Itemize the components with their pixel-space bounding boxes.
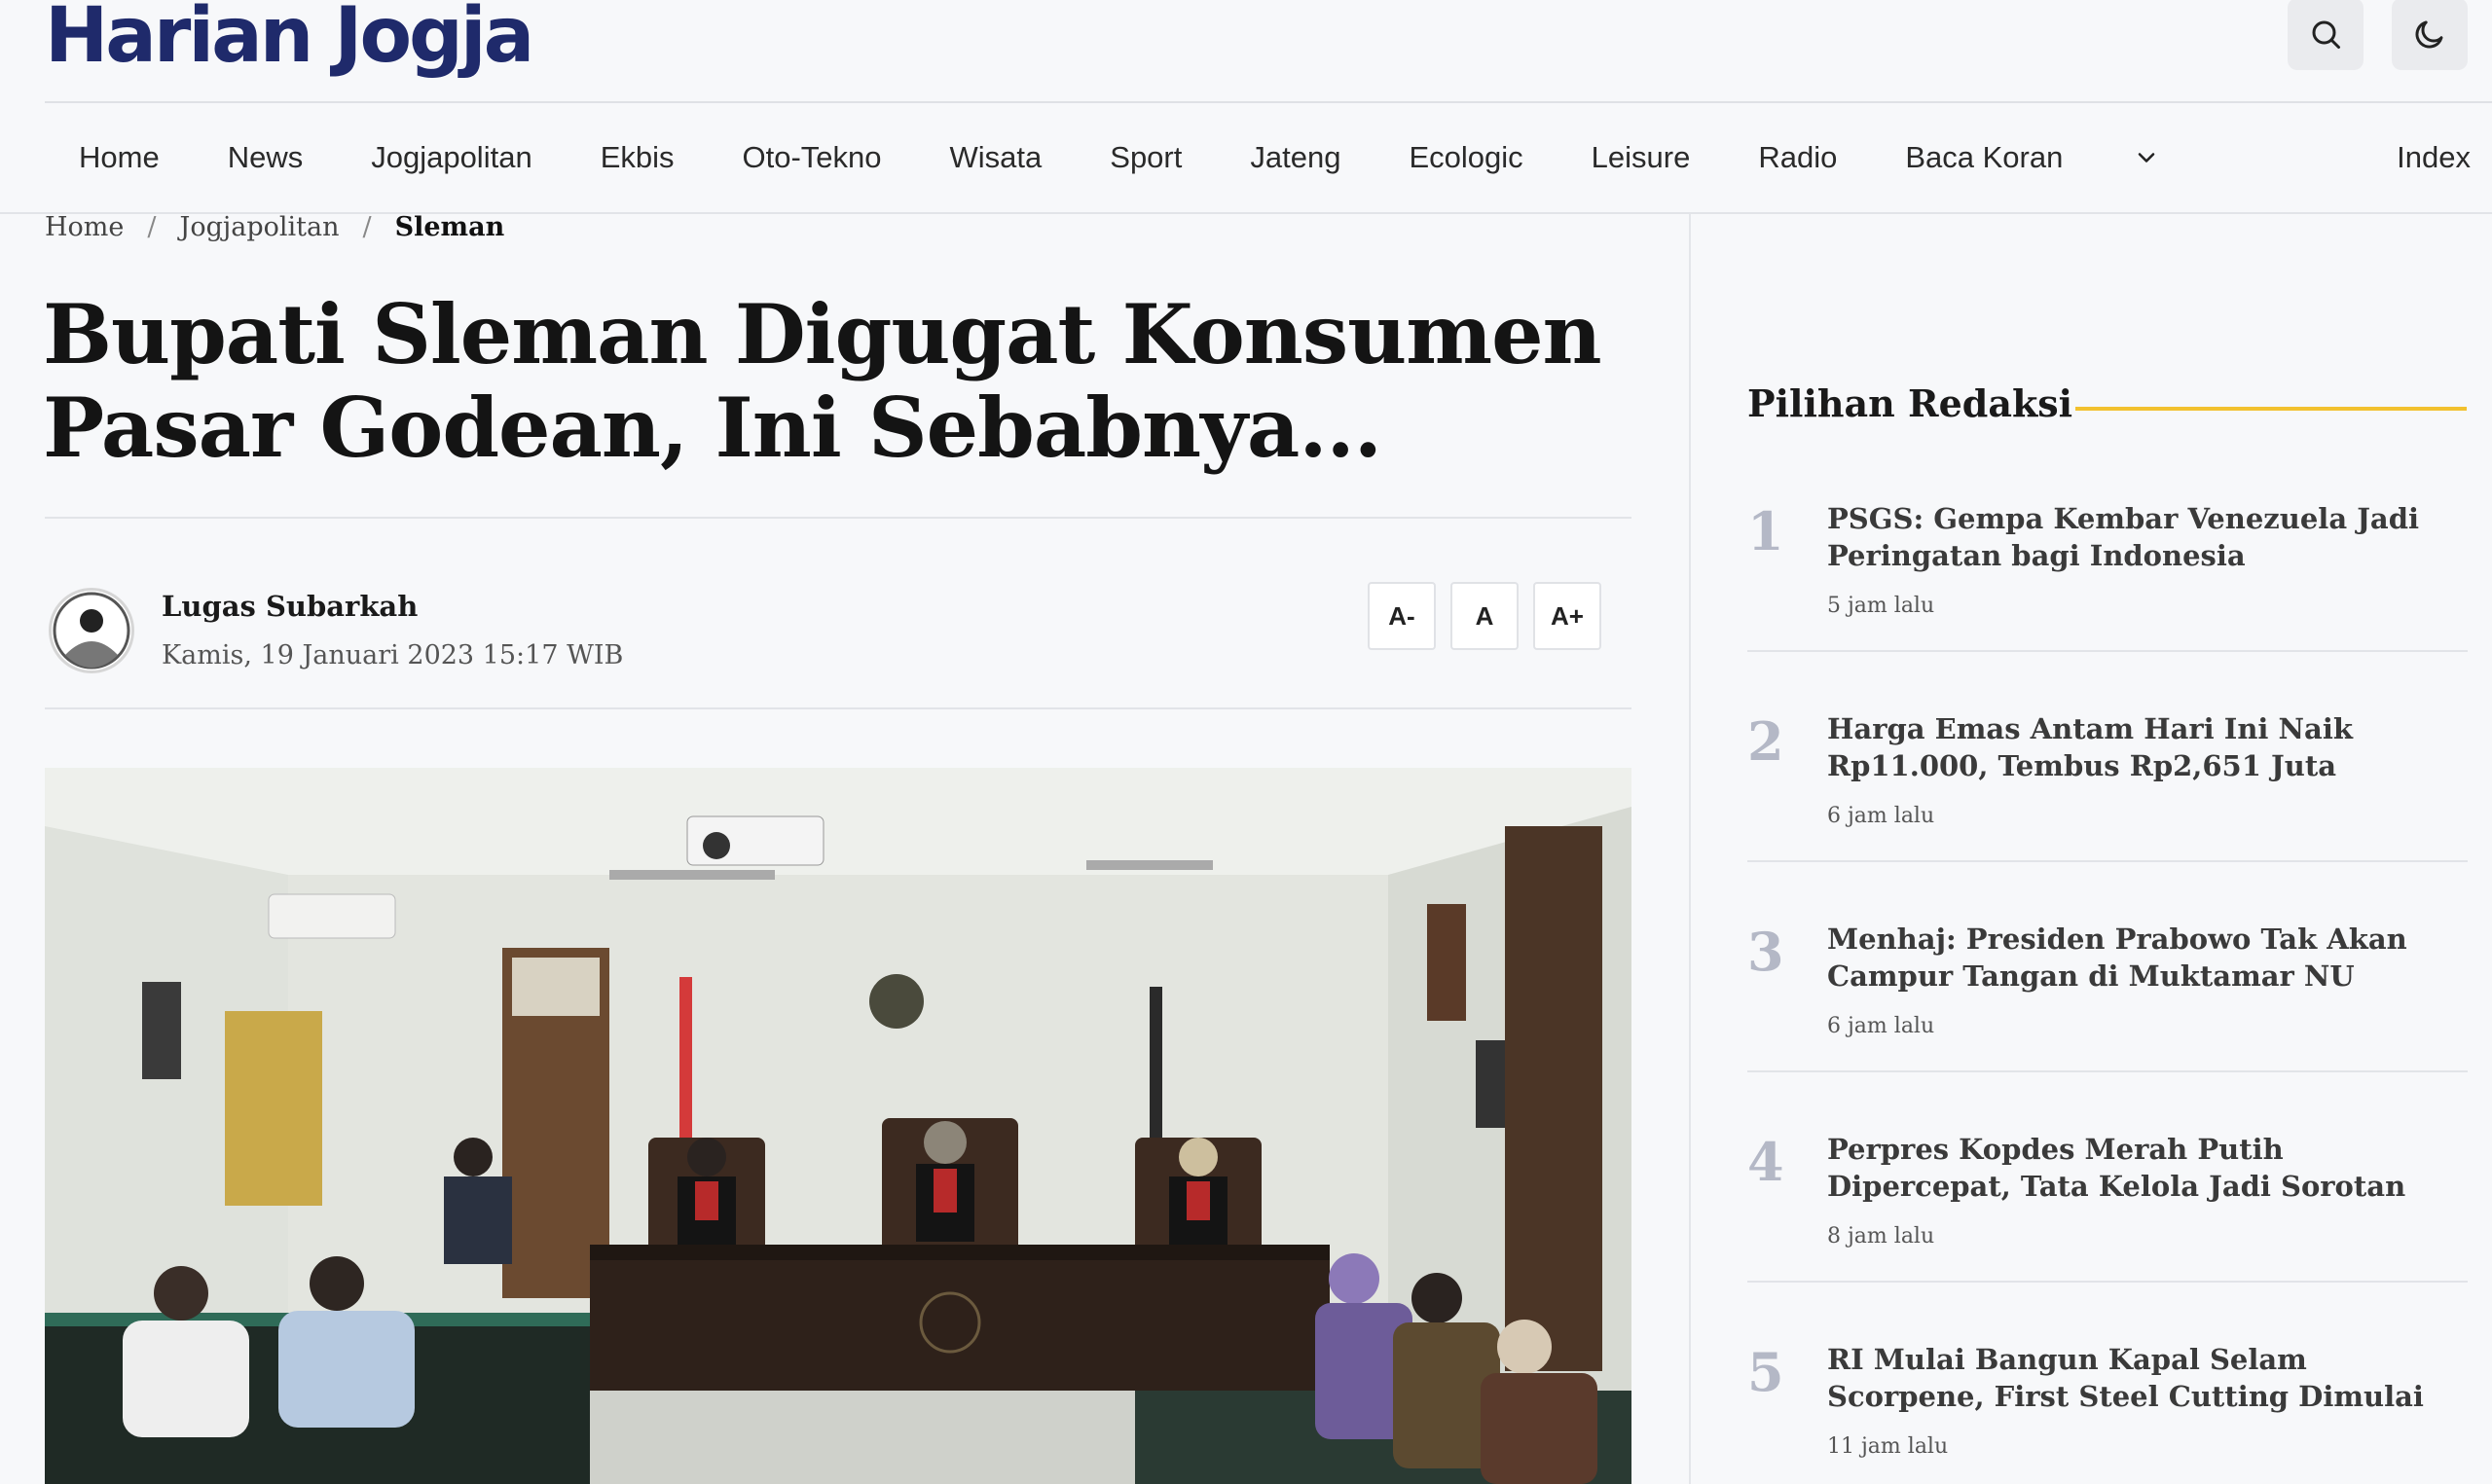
dark-mode-toggle[interactable] <box>2392 0 2468 70</box>
nav-item-jateng[interactable]: Jateng <box>1216 140 1374 175</box>
breadcrumb-current[interactable]: Sleman <box>395 212 505 242</box>
item-number: 2 <box>1747 710 1784 773</box>
item-number: 3 <box>1747 921 1784 983</box>
item-number: 4 <box>1747 1131 1784 1193</box>
item-headline[interactable]: RI Mulai Bangun Kapal Selam Scorpene, Fi… <box>1827 1341 2470 1415</box>
publish-date: Kamis, 19 Januari 2023 15:17 WIB <box>162 640 624 670</box>
nav-item-jogjapolitan[interactable]: Jogjapolitan <box>337 140 566 175</box>
nav-item-ecologic[interactable]: Ecologic <box>1374 140 1557 175</box>
sidebar-list-item[interactable]: 2 Harga Emas Antam Hari Ini Naik Rp11.00… <box>1747 710 2468 920</box>
item-time: 5 jam lalu <box>1827 594 1935 618</box>
item-headline[interactable]: PSGS: Gempa Kembar Venezuela Jadi Pering… <box>1827 500 2470 574</box>
breadcrumb-separator: / <box>147 212 157 242</box>
nav-item-oto-tekno[interactable]: Oto-Tekno <box>709 140 916 175</box>
font-decrease-button[interactable]: A- <box>1368 582 1436 650</box>
sidebar-title-underline <box>2075 407 2467 411</box>
nav-item-news[interactable]: News <box>194 140 338 175</box>
item-headline[interactable]: Menhaj: Presiden Prabowo Tak Akan Campur… <box>1827 921 2470 995</box>
sidebar-list-item[interactable]: 4 Perpres Kopdes Merah Putih Dipercepat,… <box>1747 1131 2468 1340</box>
chevron-down-icon <box>2139 153 2155 163</box>
divider <box>1747 650 2468 652</box>
sidebar-list-item[interactable]: 5 RI Mulai Bangun Kapal Selam Scorpene, … <box>1747 1341 2468 1484</box>
logo-text: Harian Jogja <box>45 0 534 80</box>
user-icon <box>53 592 130 670</box>
divider <box>45 707 1631 709</box>
item-headline[interactable]: Perpres Kopdes Merah Putih Dipercepat, T… <box>1827 1131 2470 1205</box>
nav-more-button[interactable] <box>2130 141 2163 174</box>
nav-item-ekbis[interactable]: Ekbis <box>567 140 709 175</box>
sidebar-divider <box>1689 214 1691 1484</box>
nav-item-baca-koran[interactable]: Baca Koran <box>1871 140 2097 175</box>
nav-item-radio[interactable]: Radio <box>1724 140 1871 175</box>
breadcrumb: Home / Jogjapolitan / Sleman <box>45 212 504 242</box>
sidebar-list-item[interactable]: 3 Menhaj: Presiden Prabowo Tak Akan Camp… <box>1747 921 2468 1130</box>
divider <box>1747 1281 2468 1283</box>
moon-icon <box>2415 20 2443 49</box>
author-avatar[interactable] <box>49 588 134 673</box>
item-headline[interactable]: Harga Emas Antam Hari Ini Naik Rp11.000,… <box>1827 710 2470 784</box>
breadcrumb-home[interactable]: Home <box>45 212 124 242</box>
main-nav: Home News Jogjapolitan Ekbis Oto-Tekno W… <box>45 103 2492 212</box>
font-increase-button[interactable]: A+ <box>1533 582 1601 650</box>
item-time: 8 jam lalu <box>1827 1224 1935 1249</box>
courtroom-photo <box>45 768 1631 1484</box>
article-title: Bupati Sleman Digugat Konsumen Pasar God… <box>43 286 1602 476</box>
sidebar-title: Pilihan Redaksi <box>1747 381 2073 425</box>
nav-item-leisure[interactable]: Leisure <box>1558 140 1725 175</box>
article-photo <box>45 768 1631 1484</box>
divider <box>45 517 1631 519</box>
breadcrumb-separator: / <box>362 212 372 242</box>
nav-item-sport[interactable]: Sport <box>1076 140 1216 175</box>
site-logo[interactable]: Harian Jogja <box>45 0 534 80</box>
sidebar-list-item[interactable]: 1 PSGS: Gempa Kembar Venezuela Jadi Peri… <box>1747 500 2468 709</box>
item-number: 5 <box>1747 1341 1784 1403</box>
item-number: 1 <box>1747 500 1784 562</box>
item-time: 11 jam lalu <box>1827 1434 1949 1459</box>
item-time: 6 jam lalu <box>1827 804 1935 828</box>
search-icon <box>2312 20 2340 49</box>
breadcrumb-jogjapolitan[interactable]: Jogjapolitan <box>180 212 340 242</box>
divider <box>1747 1070 2468 1072</box>
nav-item-home[interactable]: Home <box>45 140 194 175</box>
item-time: 6 jam lalu <box>1827 1014 1935 1038</box>
nav-index-link[interactable]: Index <box>2397 140 2471 175</box>
author-name[interactable]: Lugas Subarkah <box>162 590 418 623</box>
divider <box>1747 860 2468 862</box>
nav-item-wisata[interactable]: Wisata <box>916 140 1077 175</box>
search-button[interactable] <box>2288 0 2364 70</box>
font-reset-button[interactable]: A <box>1450 582 1519 650</box>
site-header: Harian Jogja Home News Jogjapolitan Ekbi… <box>0 0 2492 214</box>
